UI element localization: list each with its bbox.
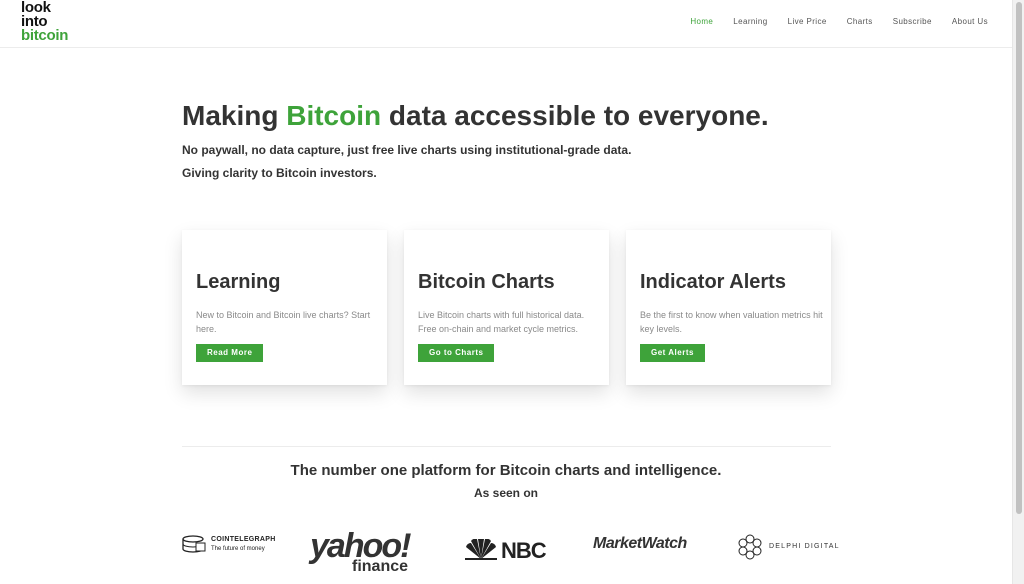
nav-live-price[interactable]: Live Price bbox=[788, 17, 827, 26]
get-alerts-button[interactable]: Get Alerts bbox=[640, 344, 705, 362]
card-text: New to Bitcoin and Bitcoin live charts? … bbox=[196, 310, 371, 334]
hero-subtitle-1: No paywall, no data capture, just free l… bbox=[182, 143, 632, 157]
card-bitcoin-charts: Bitcoin Charts Live Bitcoin charts with … bbox=[404, 230, 609, 385]
nbc-peacock-icon bbox=[465, 539, 497, 560]
yahoo-finance-logo: yahoo! finance bbox=[310, 528, 430, 578]
read-more-button[interactable]: Read More bbox=[196, 344, 264, 362]
cointelegraph-name: COINTELEGRAPH bbox=[211, 536, 276, 543]
scrollbar-thumb[interactable] bbox=[1016, 2, 1022, 514]
nav-learning[interactable]: Learning bbox=[733, 17, 767, 26]
nbc-wordmark: NBC bbox=[501, 538, 547, 563]
marketwatch-logo: MarketWatch bbox=[593, 535, 687, 552]
hero-title: Making Bitcoin data accessible to everyo… bbox=[182, 100, 769, 132]
hero-title-before: Making bbox=[182, 100, 287, 131]
cointelegraph-logo: COINTELEGRAPH The future of money bbox=[182, 534, 282, 556]
section-divider bbox=[182, 446, 831, 447]
card-indicator-alerts: Indicator Alerts Be the first to know wh… bbox=[626, 230, 831, 385]
logo-line-bitcoin: bitcoin bbox=[21, 27, 69, 44]
main-nav: Home Learning Live Price Charts Subscrib… bbox=[670, 17, 988, 26]
card-title: Learning bbox=[196, 271, 281, 293]
site-header: look into bitcoin Home Learning Live Pri… bbox=[0, 0, 1012, 48]
nav-subscribe[interactable]: Subscribe bbox=[893, 17, 932, 26]
hero-title-after: data accessible to everyone. bbox=[381, 100, 769, 131]
card-title: Indicator Alerts bbox=[640, 271, 786, 293]
nav-home[interactable]: Home bbox=[690, 17, 713, 26]
yahoo-finance-sub: finance bbox=[352, 558, 409, 575]
delphi-digital-logo: DELPHI DIGITAL bbox=[737, 534, 840, 560]
nbc-logo: NBC bbox=[463, 538, 553, 563]
nav-charts[interactable]: Charts bbox=[847, 17, 873, 26]
card-learning: Learning New to Bitcoin and Bitcoin live… bbox=[182, 230, 387, 385]
go-to-charts-button[interactable]: Go to Charts bbox=[418, 344, 495, 362]
page-scrollbar[interactable] bbox=[1012, 0, 1024, 584]
nav-about-us[interactable]: About Us bbox=[952, 17, 988, 26]
delphi-digital-icon bbox=[738, 534, 762, 560]
as-seen-on-label: As seen on bbox=[473, 486, 539, 500]
cointelegraph-tagline: The future of money bbox=[211, 546, 265, 552]
delphi-digital-wordmark: DELPHI DIGITAL bbox=[769, 543, 840, 550]
cointelegraph-icon bbox=[182, 535, 206, 553]
card-text: Live Bitcoin charts with full historical… bbox=[418, 310, 585, 334]
card-title: Bitcoin Charts bbox=[418, 271, 555, 293]
card-text: Be the first to know when valuation metr… bbox=[640, 310, 823, 334]
hero-title-highlight: Bitcoin bbox=[286, 100, 382, 131]
site-logo[interactable]: look into bitcoin bbox=[21, 0, 69, 44]
platform-headline: The number one platform for Bitcoin char… bbox=[290, 462, 722, 479]
hero-subtitle-2: Giving clarity to Bitcoin investors. bbox=[182, 166, 377, 180]
